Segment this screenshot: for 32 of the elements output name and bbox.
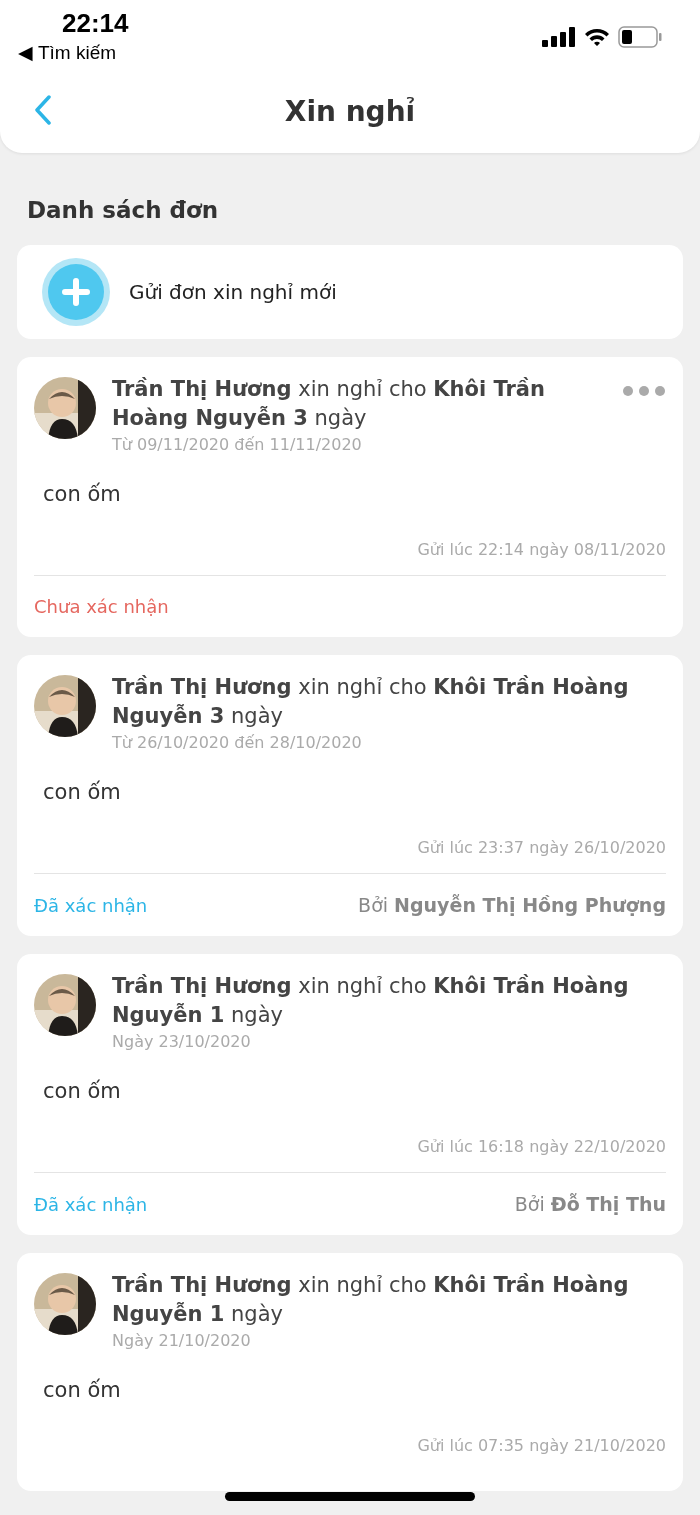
signal-icon <box>542 27 576 47</box>
request-summary: Trần Thị Hương xin nghỉ cho Khôi Trần Hoàng Nguyễn 3 ngày <box>112 674 630 730</box>
request-summary: Trần Thị Hương xin nghỉ cho Khôi Trần Hoàng Nguyễn 3 ngày <box>112 376 546 432</box>
date-range: Ngày 23/10/2020 <box>112 1032 252 1051</box>
status-label: Chưa xác nhận <box>34 596 169 617</box>
date-range: Từ 26/10/2020 đến 28/10/2020 <box>112 733 363 752</box>
sent-time: Gửi lúc 07:35 ngày 21/10/2020 <box>417 1436 666 1455</box>
reason-text: con ốm <box>43 482 122 506</box>
status-label: Đã xác nhận <box>34 1193 148 1215</box>
wifi-icon <box>584 27 610 47</box>
approver-text: Bởi Đỗ Thị Thu <box>514 1193 666 1215</box>
approver-text: Bởi Nguyễn Thị Hồng Phượng <box>358 894 666 916</box>
sent-time: Gửi lúc 22:14 ngày 08/11/2020 <box>417 540 666 559</box>
section-heading: Danh sách đơn <box>27 197 220 223</box>
battery-icon <box>618 26 662 48</box>
back-to-app-link[interactable]: ◀ Tìm kiếm <box>18 41 129 64</box>
more-icon[interactable] <box>622 385 666 397</box>
date-range: Từ 09/11/2020 đến 11/11/2020 <box>112 435 363 454</box>
date-range: Ngày 21/10/2020 <box>112 1331 252 1350</box>
request-summary: Trần Thị Hương xin nghỉ cho Khôi Trần Hoàng Nguyễn 1 ngày <box>112 973 630 1029</box>
reason-text: con ốm <box>43 1079 122 1103</box>
status-label: Đã xác nhận <box>34 894 148 916</box>
sent-time: Gửi lúc 23:37 ngày 26/10/2020 <box>417 838 666 857</box>
sent-time: Gửi lúc 16:18 ngày 22/10/2020 <box>417 1137 666 1156</box>
plus-icon <box>41 257 111 327</box>
reason-text: con ốm <box>43 780 122 804</box>
screen-title: Xin nghỉ <box>284 94 416 128</box>
clock-time: 22:14 <box>62 8 129 39</box>
back-icon[interactable] <box>34 95 52 125</box>
reason-text: con ốm <box>43 1378 122 1402</box>
new-request-button[interactable]: Gửi đơn xin nghỉ mới <box>17 245 683 339</box>
request-summary: Trần Thị Hương xin nghỉ cho Khôi Trần Hoàng Nguyễn 1 ngày <box>112 1272 630 1328</box>
